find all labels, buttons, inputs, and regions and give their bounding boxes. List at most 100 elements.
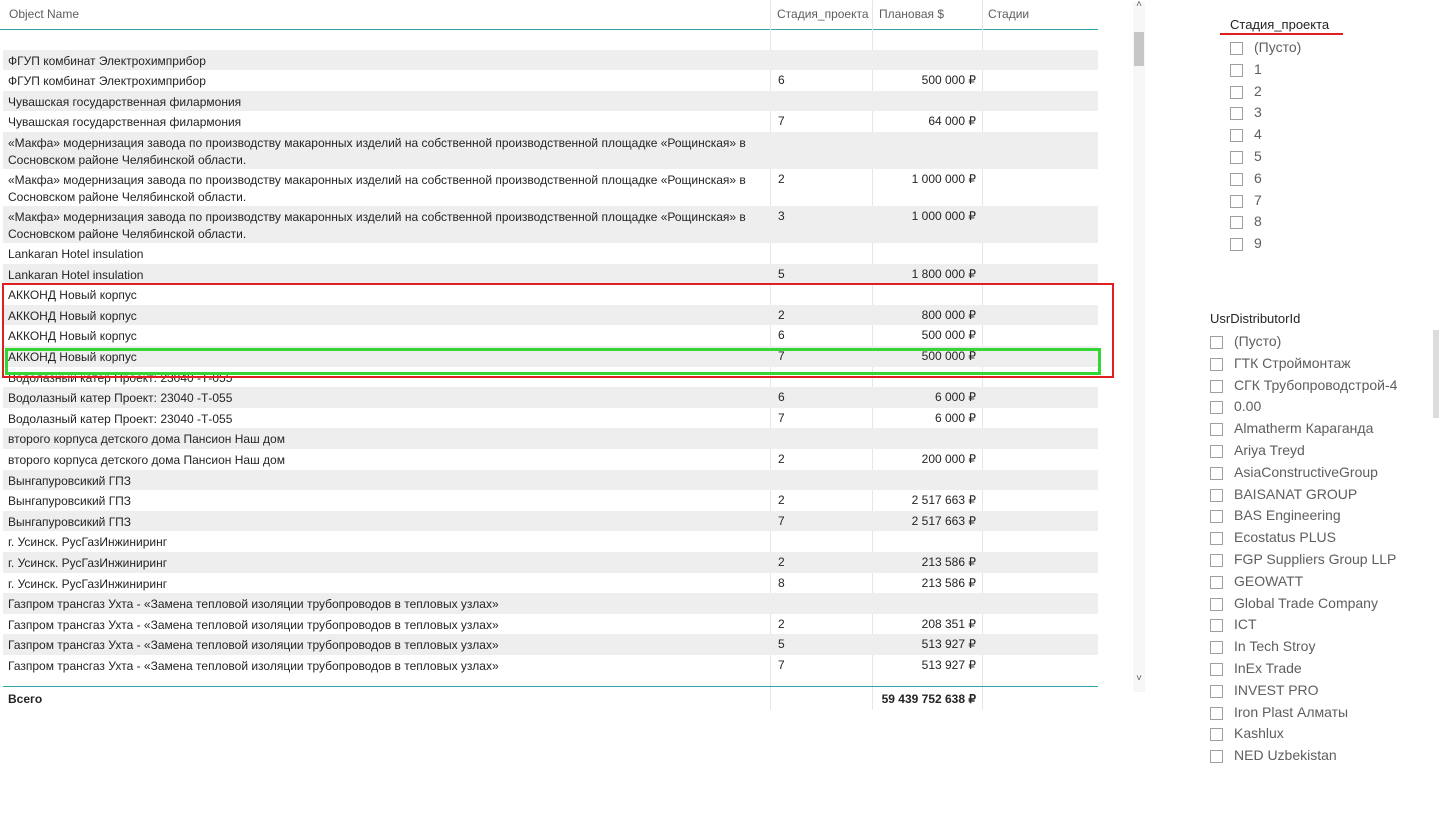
distributor-option-label: Global Trade Company xyxy=(1234,594,1378,611)
distributor-option-label: Ecostatus PLUS xyxy=(1234,529,1336,546)
checkbox-icon[interactable] xyxy=(1210,423,1223,437)
cell-object-name: г. Усинск. РусГазИнжиниринг xyxy=(8,535,168,550)
checkbox-icon[interactable] xyxy=(1230,63,1243,77)
table-row[interactable]: Lankaran Hotel insulation xyxy=(3,243,1098,264)
cell-plan: 208 351 ₽ xyxy=(921,616,976,631)
cell-object-name: г. Усинск. РусГазИнжиниринг xyxy=(8,556,168,570)
column-header-stage[interactable]: Стадия_проекта xyxy=(777,7,869,21)
stage-option-label: 7 xyxy=(1254,191,1262,208)
column-header-plan[interactable]: Плановая $ xyxy=(879,7,944,21)
checkbox-icon[interactable] xyxy=(1230,172,1243,186)
table-row[interactable]: Вынгапуровсикий ГПЗ xyxy=(3,469,1098,491)
cell-object-name: Газпром трансгаз Ухта - «Замена тепловой… xyxy=(8,638,499,653)
cell-plan: 6 000 ₽ xyxy=(935,390,976,405)
checkbox-icon[interactable] xyxy=(1230,85,1243,99)
table-row[interactable]: Вынгапуровсикий ГПЗ 7 2 517 663 ₽ xyxy=(3,510,1098,532)
stage-option-label: 8 xyxy=(1254,213,1262,230)
checkbox-icon[interactable] xyxy=(1210,684,1223,698)
cell-plan: 2 517 663 ₽ xyxy=(911,493,976,508)
table-row[interactable]: ФГУП комбинат Электрохимприбор 6 500 000 ₽ xyxy=(3,70,1098,91)
cell-plan: 2 517 663 ₽ xyxy=(911,513,976,528)
checkbox-icon[interactable] xyxy=(1210,401,1223,415)
checkbox-icon[interactable] xyxy=(1230,107,1243,121)
table-row[interactable]: ФГУП комбинат Электрохимприбор xyxy=(3,49,1098,71)
checkbox-icon[interactable] xyxy=(1210,750,1223,764)
table-row[interactable]: Газпром трансгаз Ухта - «Замена тепловой… xyxy=(3,593,1098,614)
checkbox-icon[interactable] xyxy=(1210,510,1223,524)
table-row[interactable]: Водолазный катер Проект: 23040 -Т-055 6 6 … xyxy=(3,387,1098,408)
checkbox-icon[interactable] xyxy=(1210,357,1223,371)
table-row[interactable] xyxy=(3,29,1098,50)
checkbox-icon[interactable] xyxy=(1210,532,1223,546)
cell-stage: 2 xyxy=(778,172,785,186)
cell-object-name: Вынгапуровсикий ГПЗ xyxy=(8,494,132,509)
stage-option-label: 2 xyxy=(1254,82,1262,99)
stage-option-label: 1 xyxy=(1254,60,1262,77)
checkbox-icon[interactable] xyxy=(1230,238,1243,252)
cell-stage: 6 xyxy=(778,73,785,88)
distributor-option-label: Almatherm Караганда xyxy=(1234,420,1374,437)
cell-object-name: Вынгапуровсикий ГПЗ xyxy=(8,473,132,488)
table-row[interactable]: г. Усинск. РусГазИнжиниринг 2 213 586 ₽ xyxy=(3,552,1098,573)
table-row[interactable]: «Макфа» модернизация завода по производс… xyxy=(3,206,1098,243)
distributor-option-label: NED Uzbekistan xyxy=(1234,747,1337,764)
table-row[interactable]: второго корпуса детского дома Пансион На… xyxy=(3,428,1098,449)
total-label: Всего xyxy=(8,692,43,706)
checkbox-icon[interactable] xyxy=(1210,488,1223,502)
checkbox-icon[interactable] xyxy=(1210,706,1223,720)
table-row[interactable]: Чувашская государственная филармония 7 64 … xyxy=(3,111,1098,132)
cell-object-name: Газпром трансгаз Ухта - «Замена тепловой… xyxy=(8,617,499,632)
table-row[interactable]: Водолазный катер Проект: 23040 -Т-055 7 6 … xyxy=(3,408,1098,429)
red-underline xyxy=(1220,33,1343,35)
table-row[interactable]: г. Усинск. РусГазИнжиниринг xyxy=(3,531,1098,552)
checkbox-icon[interactable] xyxy=(1230,216,1243,230)
table-row[interactable]: Газпром трансгаз Ухта - «Замена тепловой… xyxy=(3,655,1098,676)
cell-object-name: Lankaran Hotel insulation xyxy=(8,247,144,261)
column-header-object-name[interactable]: Object Name xyxy=(9,7,79,21)
checkbox-icon[interactable] xyxy=(1210,575,1223,589)
distributor-option-label: ГТК Строймонтаж xyxy=(1234,354,1351,371)
table-row[interactable]: Lankaran Hotel insulation 5 1 800 000 ₽ xyxy=(3,263,1098,285)
cell-object-name: «Макфа» модернизация завода по производс… xyxy=(8,173,746,204)
table-row[interactable]: г. Усинск. РусГазИнжиниринг 8 213 586 ₽ xyxy=(3,573,1098,594)
table-scrollbar[interactable]: ˄ ˅ xyxy=(1133,0,1145,692)
checkbox-icon[interactable] xyxy=(1210,641,1223,655)
cell-object-name: Чувашская государственная филармония xyxy=(8,115,242,130)
distributor-option-label: СГК Трубопроводстрой-4 xyxy=(1234,376,1398,393)
table-row[interactable]: «Макфа» модернизация завода по производс… xyxy=(3,132,1098,169)
table-row[interactable]: Газпром трансгаз Ухта - «Замена тепловой… xyxy=(3,614,1098,635)
stage-option-label: 4 xyxy=(1254,126,1262,143)
table-row[interactable]: второго корпуса детского дома Пансион На… xyxy=(3,449,1098,470)
table-row[interactable]: Чувашская государственная филармония xyxy=(3,90,1098,112)
cell-stage: 8 xyxy=(778,575,785,590)
checkbox-icon[interactable] xyxy=(1230,129,1243,143)
cell-object-name: «Макфа» модернизация завода по производс… xyxy=(8,136,746,167)
scroll-down-icon[interactable]: ˅ xyxy=(1133,673,1145,684)
checkbox-icon[interactable] xyxy=(1210,554,1223,567)
checkbox-icon[interactable] xyxy=(1230,42,1243,55)
cell-stage: 7 xyxy=(778,513,785,528)
checkbox-icon[interactable] xyxy=(1210,466,1223,480)
checkbox-icon[interactable] xyxy=(1210,597,1223,611)
checkbox-icon[interactable] xyxy=(1230,151,1243,164)
distributor-option-label: (Пусто) xyxy=(1234,333,1282,349)
checkbox-icon[interactable] xyxy=(1210,336,1223,349)
checkbox-icon[interactable] xyxy=(1210,619,1223,633)
table-row[interactable]: Вынгапуровсикий ГПЗ 2 2 517 663 ₽ xyxy=(3,490,1098,511)
scroll-up-icon[interactable]: ˄ xyxy=(1133,0,1145,10)
slicer-distributor-scrollbar[interactable] xyxy=(1433,330,1439,418)
cell-stage: 2 xyxy=(778,493,785,508)
distributor-option-label: Ariya Treyd xyxy=(1234,442,1305,458)
checkbox-icon[interactable] xyxy=(1210,663,1223,676)
cell-stage: 5 xyxy=(778,266,785,281)
scrollbar-thumb[interactable] xyxy=(1134,32,1144,66)
table-row[interactable]: Газпром трансгаз Ухта - «Замена тепловой… xyxy=(3,634,1098,655)
checkbox-icon[interactable] xyxy=(1210,379,1223,393)
table-row[interactable]: «Макфа» модернизация завода по производс… xyxy=(3,169,1098,206)
checkbox-icon[interactable] xyxy=(1210,445,1223,458)
column-header-stages[interactable]: Стадии xyxy=(988,7,1029,21)
checkbox-icon[interactable] xyxy=(1210,728,1223,742)
checkbox-icon[interactable] xyxy=(1230,194,1243,208)
cell-plan: 500 000 ₽ xyxy=(921,73,976,88)
cell-plan: 6 000 ₽ xyxy=(935,410,976,425)
